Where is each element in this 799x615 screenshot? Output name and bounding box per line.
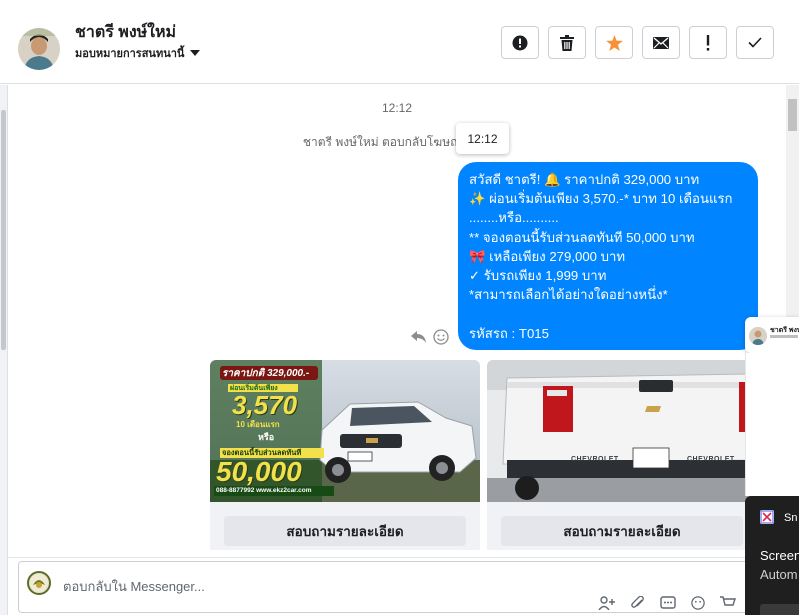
side-preview-subtitle [770,335,798,338]
page-logo [27,571,51,595]
side-preview-avatar [749,327,767,345]
side-preview-card[interactable]: ชาตรี พงษ์ใหม่ [745,317,799,353]
caret-down-icon [190,50,201,56]
trash-icon [560,34,574,51]
truck-rear-image [487,360,757,502]
report-spam-button[interactable] [501,26,539,59]
promo-installment-amount: 3,570 [232,390,298,420]
promo-or-text: หรือ [258,432,275,442]
delete-button[interactable] [548,26,586,59]
message-line: รหัสรถ : T015 [469,325,549,341]
message-line: สวัสดี ชาตรี! 🔔 ราคาปกติ 329,000 บาท [469,172,700,187]
snip-app-icon [760,510,774,524]
promo-discount-amount: 50,000 [216,456,302,487]
emoji-icon[interactable] [690,596,706,610]
shopping-cart-icon[interactable] [720,596,736,610]
message-line [469,304,748,323]
attachment-icon[interactable] [630,596,646,610]
mark-done-button[interactable] [736,26,774,59]
inbox-app: ชาตรี พงษ์ใหม่ มอบหมายการสนทนานี้ 12:12 … [0,0,799,615]
side-preview-photo [749,327,767,345]
reply-input[interactable]: ตอบกลับใน Messenger... [63,576,205,597]
toast-app-name: Sn [784,512,798,524]
contact-avatar[interactable] [18,28,60,70]
thread-scrollbar-thumb[interactable] [788,99,797,131]
report-icon [512,35,528,50]
mark-unread-button[interactable] [642,26,680,59]
toast-action-button[interactable] [760,604,799,615]
product-card-image[interactable]: ราคาปกติ 329,000.- ผ่อนเริ่มต้นเพียง 3,5… [210,360,480,502]
message-actions [411,329,449,345]
ask-details-button[interactable]: สอบถามรายละเอียด [501,516,743,546]
star-icon [605,34,623,51]
check-icon [748,37,762,48]
message-line: ✓ รับรถเพียง 1,999 บาท [469,268,607,284]
assign-conversation-dropdown[interactable]: มอบหมายการสนทนานี้ [75,44,201,62]
reply-icon[interactable] [411,330,427,344]
thread-timestamp: 12:12 [381,101,413,115]
assign-label: มอบหมายการสนทนานี้ [75,48,185,60]
composer-tools [598,596,736,610]
message-line: ✨ ผ่อนเริ่มต้นเพียง 3,570.-* บาท 10 เดือ… [469,191,733,207]
notification-toast[interactable]: Sn Screen Autom [745,496,799,615]
side-preview-pane [745,353,799,496]
composer: ตอบกลับใน Messenger... [8,557,799,615]
promo-price-text: ราคาปกติ 329,000.- [222,368,310,379]
left-scrollbar-thumb[interactable] [1,110,6,350]
toast-body: Autom [760,567,798,582]
message-line: 🎀 เหลือเพียง 279,000 บาท [469,248,626,264]
page-logo-icon [30,574,48,592]
left-scrollbar[interactable] [0,85,8,615]
contact-name[interactable]: ชาตรี พงษ์ใหม่ [75,20,176,45]
conversation-header: ชาตรี พงษ์ใหม่ มอบหมายการสนทนานี้ [0,0,799,84]
ad-reply-note: ชาตรี พงษ์ใหม่ ตอบกลับโฆษณา [302,135,468,149]
emoji-reaction-icon[interactable] [433,329,449,345]
toast-title: Screen [760,548,799,563]
product-card[interactable]: ราคาปกติ 329,000.- ผ่อนเริ่มต้นเพียง 3,5… [210,360,480,550]
time-tooltip: 12:12 [456,123,509,154]
product-card[interactable]: CHEVROLET CHEVROLET สอบถามรายละเอียด [487,360,757,550]
mail-icon [653,36,669,49]
message-line: ........หรือ.......... [469,210,559,226]
ask-details-button[interactable]: สอบถามรายละเอียด [224,516,466,546]
message-thread: 12:12 ชาตรี พงษ์ใหม่ ตอบกลับโฆษณา 12:12 … [8,85,786,557]
exclamation-icon [706,34,710,51]
product-card-image[interactable]: CHEVROLET CHEVROLET [487,360,757,502]
message-line: *สามารถเลือกได้อย่างใดอย่างหนึ่ง* [469,287,668,303]
tailgate-brand-left: CHEVROLET [571,456,619,463]
tailgate-brand-right: CHEVROLET [687,456,735,463]
conversation-actions [501,26,774,59]
message-line: ** จองตอนนี้รับส่วนลดทันที 50,000 บาท [469,229,695,245]
contact-photo [18,28,60,70]
promo-contact: 088-8877992 www.ekz2car.com [216,487,312,494]
mark-important-button[interactable] [689,26,727,59]
star-button[interactable] [595,26,633,59]
add-person-icon[interactable] [598,596,616,610]
message-bubble[interactable]: สวัสดี ชาตรี! 🔔 ราคาปกติ 329,000 บาท ✨ ผ… [458,162,758,350]
saved-replies-icon[interactable] [660,596,676,610]
snip-icon [760,510,774,524]
